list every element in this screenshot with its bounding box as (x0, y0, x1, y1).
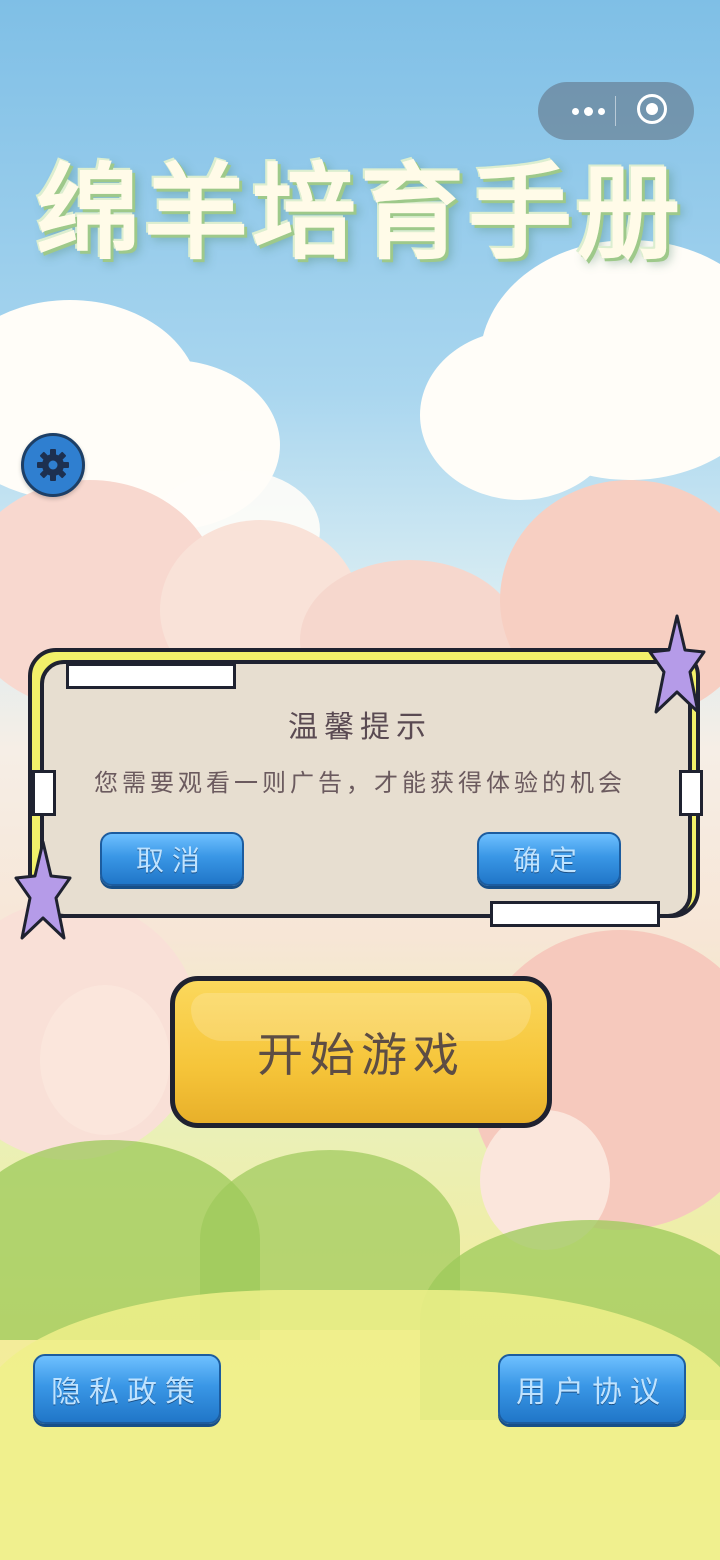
dialog-title: 温馨提示 (288, 710, 432, 745)
cloud (420, 330, 620, 500)
privacy-policy-button[interactable]: 隐私政策 (33, 1354, 221, 1424)
cancel-button[interactable]: 取消 (100, 832, 244, 886)
start-game-button[interactable]: 开始游戏 (170, 976, 552, 1128)
user-agreement-button[interactable]: 用户协议 (498, 1354, 686, 1424)
confirm-button[interactable]: 确定 (477, 832, 621, 886)
start-game-label: 开始游戏 (257, 1028, 465, 1082)
more-dots-icon[interactable] (556, 82, 620, 140)
capsule-divider (615, 96, 616, 126)
mini-program-capsule (538, 82, 694, 140)
user-agreement-label: 用户协议 (516, 1375, 668, 1410)
privacy-policy-label: 隐私政策 (51, 1375, 203, 1410)
cancel-button-label: 取消 (135, 844, 208, 877)
settings-button[interactable] (21, 433, 85, 497)
purple-star-icon (14, 840, 72, 940)
frame-decor-bar (66, 663, 236, 689)
frame-decor-tab (679, 770, 703, 816)
confirm-button-label: 确定 (512, 844, 585, 877)
sheep-face (40, 985, 170, 1135)
frame-decor-bar (490, 901, 660, 927)
target-close-icon[interactable] (637, 94, 667, 124)
game-title: 绵羊培育手册 (35, 152, 684, 274)
meadow (0, 1290, 720, 1560)
gear-icon (37, 449, 69, 481)
dialog-message: 您需要观看一则广告，才能获得体验的机会 (94, 769, 626, 797)
